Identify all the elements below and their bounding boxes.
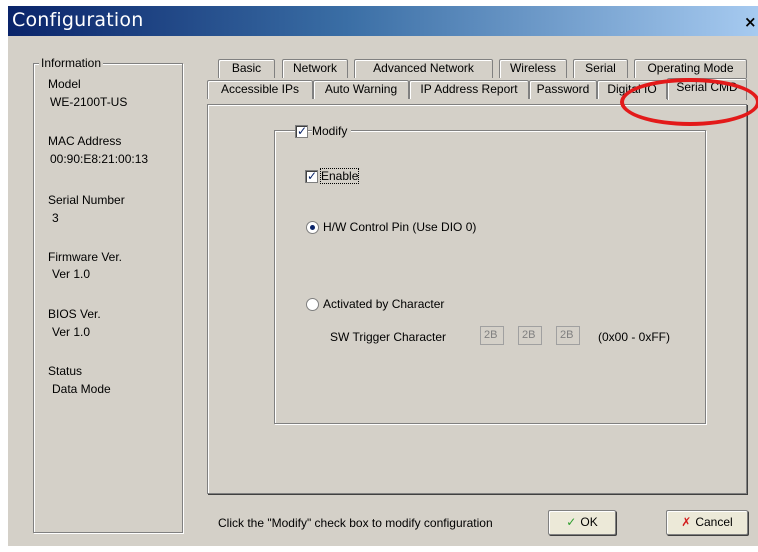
model-value: WE-2100T-US — [50, 95, 128, 109]
checkmark-icon: ✓ — [307, 169, 318, 183]
tab-serial-cmd[interactable]: Serial CMD — [667, 78, 747, 100]
information-group-title: Information — [39, 56, 104, 70]
tab-advanced-network[interactable]: Advanced Network — [354, 59, 493, 78]
range-label: (0x00 - 0xFF) — [598, 330, 671, 344]
tab-wireless[interactable]: Wireless — [499, 59, 567, 78]
bios-value: Ver 1.0 — [52, 325, 91, 339]
check-icon: ✓ — [566, 515, 577, 529]
tab-auto-warning[interactable]: Auto Warning — [313, 80, 409, 99]
tab-password[interactable]: Password — [529, 80, 597, 99]
enable-label: Enable — [319, 168, 360, 184]
footer-hint: Click the "Modify" check box to modify c… — [218, 516, 493, 530]
radio-dot — [310, 225, 315, 230]
status-label: Status — [48, 364, 83, 378]
hw-control-label: H/W Control Pin (Use DIO 0) — [323, 220, 477, 234]
firmware-value: Ver 1.0 — [52, 267, 91, 281]
mac-value: 00:90:E8:21:00:13 — [50, 152, 149, 166]
tab-network[interactable]: Network — [282, 59, 348, 78]
window-title: Configuration — [12, 9, 144, 31]
tab-serial[interactable]: Serial — [573, 59, 628, 78]
tab-digital-io[interactable]: Digital IO — [597, 80, 667, 99]
serial-number-label: Serial Number — [48, 193, 125, 207]
sw-trigger-label: SW Trigger Character — [330, 330, 447, 344]
firmware-label: Firmware Ver. — [48, 250, 123, 264]
config-window: Information Model WE-2100T-US MAC Addres… — [8, 36, 758, 546]
trigger-char-3[interactable]: 2B — [556, 326, 580, 345]
cancel-label: Cancel — [695, 515, 733, 529]
close-button[interactable]: × — [744, 13, 758, 31]
tab-ip-address-report[interactable]: IP Address Report — [409, 80, 529, 99]
cancel-button[interactable]: ✗ Cancel — [666, 510, 748, 535]
model-label: Model — [48, 77, 81, 91]
mac-label: MAC Address — [48, 134, 122, 148]
enable-checkbox[interactable]: ✓ — [305, 169, 318, 183]
title-bar: Configuration × — [8, 6, 758, 36]
serial-number-value: 3 — [52, 211, 59, 225]
tab-basic[interactable]: Basic — [218, 59, 275, 78]
trigger-char-2[interactable]: 2B — [518, 326, 542, 345]
trigger-char-1[interactable]: 2B — [480, 326, 504, 345]
modify-checkbox[interactable]: ✓ — [295, 124, 308, 138]
ok-button[interactable]: ✓ OK — [548, 510, 616, 535]
checkmark-icon: ✓ — [297, 124, 308, 138]
ok-label: OK — [580, 515, 598, 529]
activated-by-character-radio[interactable] — [306, 298, 319, 311]
status-value: Data Mode — [52, 382, 111, 396]
modify-label: Modify — [312, 124, 352, 138]
tab-accessible-ips[interactable]: Accessible IPs — [207, 80, 313, 99]
hw-control-radio[interactable] — [306, 221, 319, 234]
x-icon: ✗ — [681, 515, 692, 529]
activated-by-character-label: Activated by Character — [323, 297, 445, 311]
tab-operating-mode[interactable]: Operating Mode — [634, 59, 747, 78]
bios-label: BIOS Ver. — [48, 307, 101, 321]
